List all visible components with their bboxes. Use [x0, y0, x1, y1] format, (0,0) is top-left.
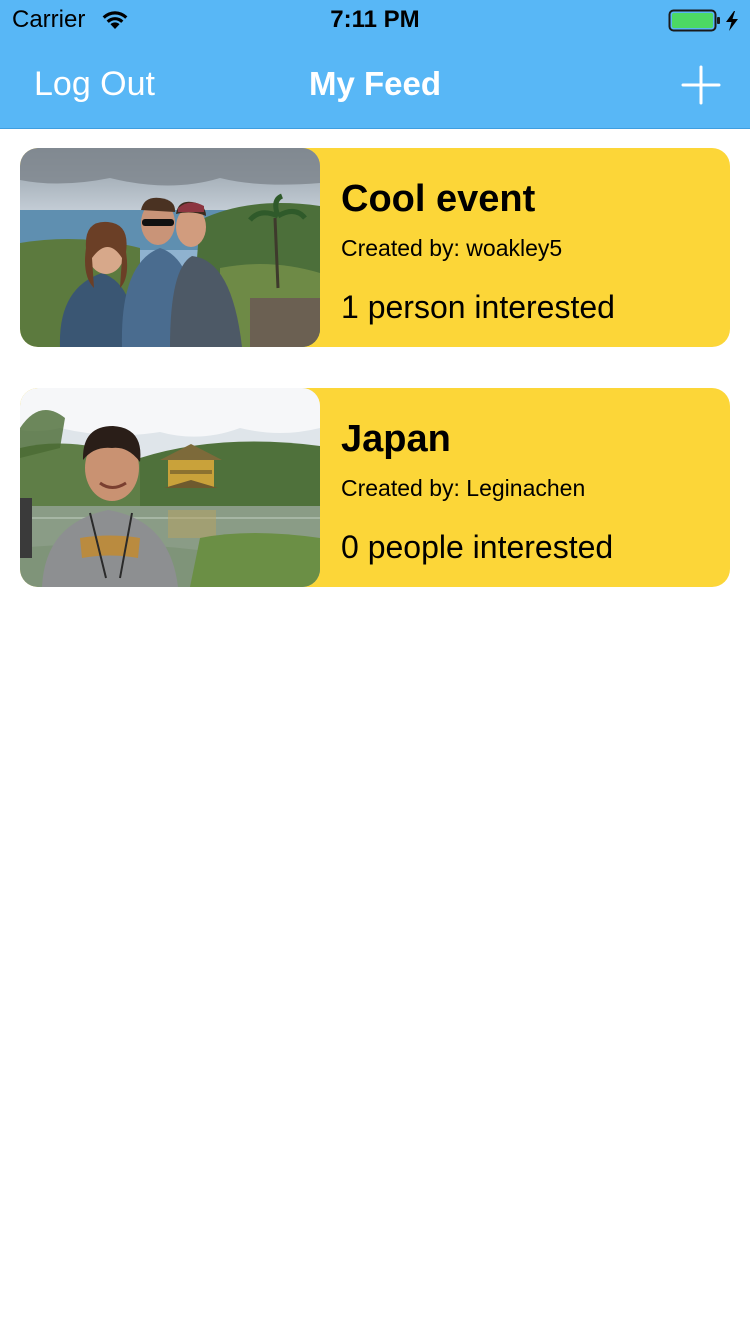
feed-card[interactable]: Japan Created by: Leginachen 0 people in…: [20, 388, 730, 587]
plus-icon: [681, 65, 721, 105]
event-title: Cool event: [341, 178, 536, 220]
status-time: 7:11 PM: [330, 6, 420, 33]
event-creator: Created by: woakley5: [341, 235, 563, 261]
status-bar: Carrier 7:11 PM: [0, 0, 750, 40]
log-out-button[interactable]: Log Out: [34, 64, 155, 104]
event-title: Japan: [341, 418, 451, 460]
event-photo: [20, 388, 320, 587]
feed-screen: Carrier 7:11 PM Log Out My Feed Cool eve…: [0, 0, 750, 1334]
event-interest-count: 1 person interested: [341, 289, 615, 325]
header: Carrier 7:11 PM Log Out My Feed: [0, 0, 750, 129]
feed-card[interactable]: Cool event Created by: woakley5 1 person…: [20, 148, 730, 347]
event-interest-count: 0 people interested: [341, 529, 614, 565]
event-photo: [20, 148, 320, 347]
add-event-button[interactable]: [676, 60, 726, 110]
battery-icon: [668, 8, 744, 34]
event-creator: Created by: Leginachen: [341, 475, 586, 501]
nav-bar: Log Out My Feed: [0, 40, 750, 128]
